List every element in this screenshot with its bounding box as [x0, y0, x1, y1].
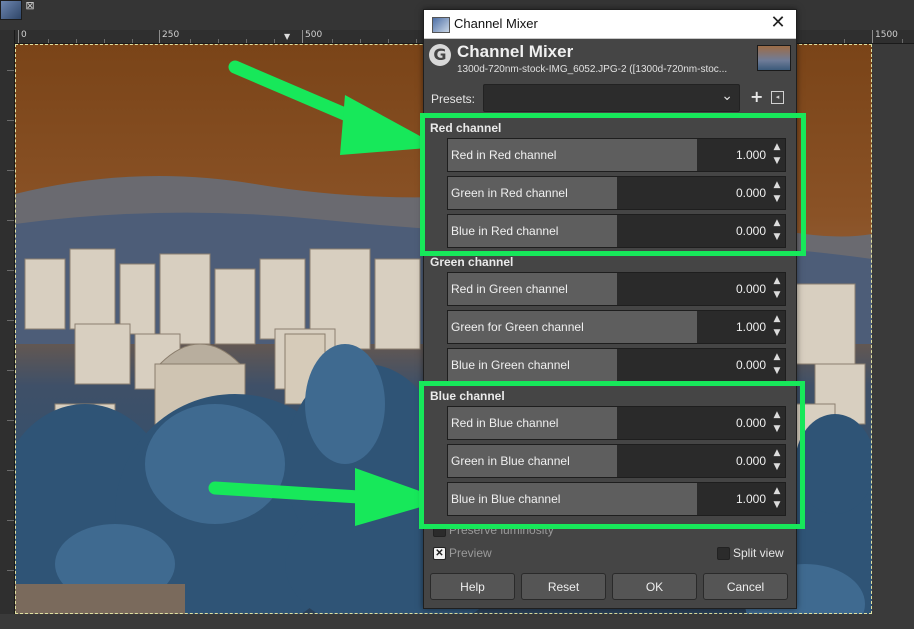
presets-label: Presets: [431, 92, 476, 106]
checkbox-box[interactable] [717, 547, 730, 560]
ruler-tick-label: 500 [302, 30, 322, 43]
canvas-bottom-area [0, 614, 914, 629]
spinscale-label: Red in Green channel [451, 282, 568, 296]
ruler-tick-label: 250 [159, 30, 179, 43]
app-icon [432, 17, 450, 33]
image-tab-thumbnail[interactable] [0, 0, 22, 20]
checkbox-checked-icon[interactable]: ✕ [433, 547, 446, 560]
ruler-pointer-icon: ▼ [284, 32, 291, 41]
green-for-green-spinscale[interactable]: Green for Green channel 1.000 ▲ ▼ [447, 310, 786, 344]
add-preset-button[interactable]: + [750, 89, 763, 105]
spin-arrows-icon[interactable]: ▲ ▼ [771, 350, 783, 380]
spinscale-value[interactable]: 0.000 [736, 282, 766, 296]
cancel-button[interactable]: Cancel [703, 573, 788, 600]
blue-channel-highlight [419, 381, 805, 529]
blue-in-green-spinscale[interactable]: Blue in Green channel 0.000 ▲ ▼ [447, 348, 786, 382]
dialog-titlebar[interactable]: Channel Mixer ✕ [424, 10, 796, 39]
window-title: Channel Mixer [454, 16, 538, 31]
split-view-checkbox[interactable]: Split view [717, 546, 792, 560]
green-channel-title: Green channel [430, 255, 514, 269]
preset-menu-icon[interactable]: ◂ [771, 91, 784, 104]
help-button[interactable]: Help [430, 573, 515, 600]
ruler-tick-label: 1500 [872, 30, 898, 43]
red-channel-highlight [420, 113, 806, 256]
red-in-green-spinscale[interactable]: Red in Green channel 0.000 ▲ ▼ [447, 272, 786, 306]
spinscale-value[interactable]: 1.000 [736, 320, 766, 334]
image-thumbnail [757, 45, 791, 71]
presets-dropdown[interactable]: ⌄ [483, 84, 740, 112]
dialog-header-subtitle: 1300d-720nm-stock-IMG_6052.JPG-2 ([1300d… [457, 64, 728, 75]
reset-button[interactable]: Reset [521, 573, 606, 600]
checkbox-label: Preview [449, 546, 492, 560]
chevron-down-icon: ⌄ [721, 88, 733, 104]
spin-arrows-icon[interactable]: ▲ ▼ [771, 312, 783, 342]
dialog-header: G Channel Mixer 1300d-720nm-stock-IMG_60… [424, 38, 796, 84]
preview-checkbox[interactable]: ✕ Preview [433, 546, 553, 560]
tab-close-icon[interactable]: ⊠ [24, 0, 36, 12]
annotation-arrow-icon [208, 468, 445, 526]
spinscale-label: Blue in Green channel [451, 358, 570, 372]
vertical-ruler [0, 30, 15, 629]
ok-button[interactable]: OK [612, 573, 697, 600]
spinscale-label: Green for Green channel [451, 320, 584, 334]
checkbox-label: Split view [733, 546, 784, 560]
close-icon[interactable]: ✕ [768, 13, 788, 33]
gegl-icon: G [429, 44, 451, 66]
annotation-arrow-icon [228, 60, 440, 155]
dialog-header-title: Channel Mixer [457, 42, 574, 61]
spinscale-value[interactable]: 0.000 [736, 358, 766, 372]
spin-arrows-icon[interactable]: ▲ ▼ [771, 274, 783, 304]
ruler-tick-label: 0 [18, 30, 27, 43]
